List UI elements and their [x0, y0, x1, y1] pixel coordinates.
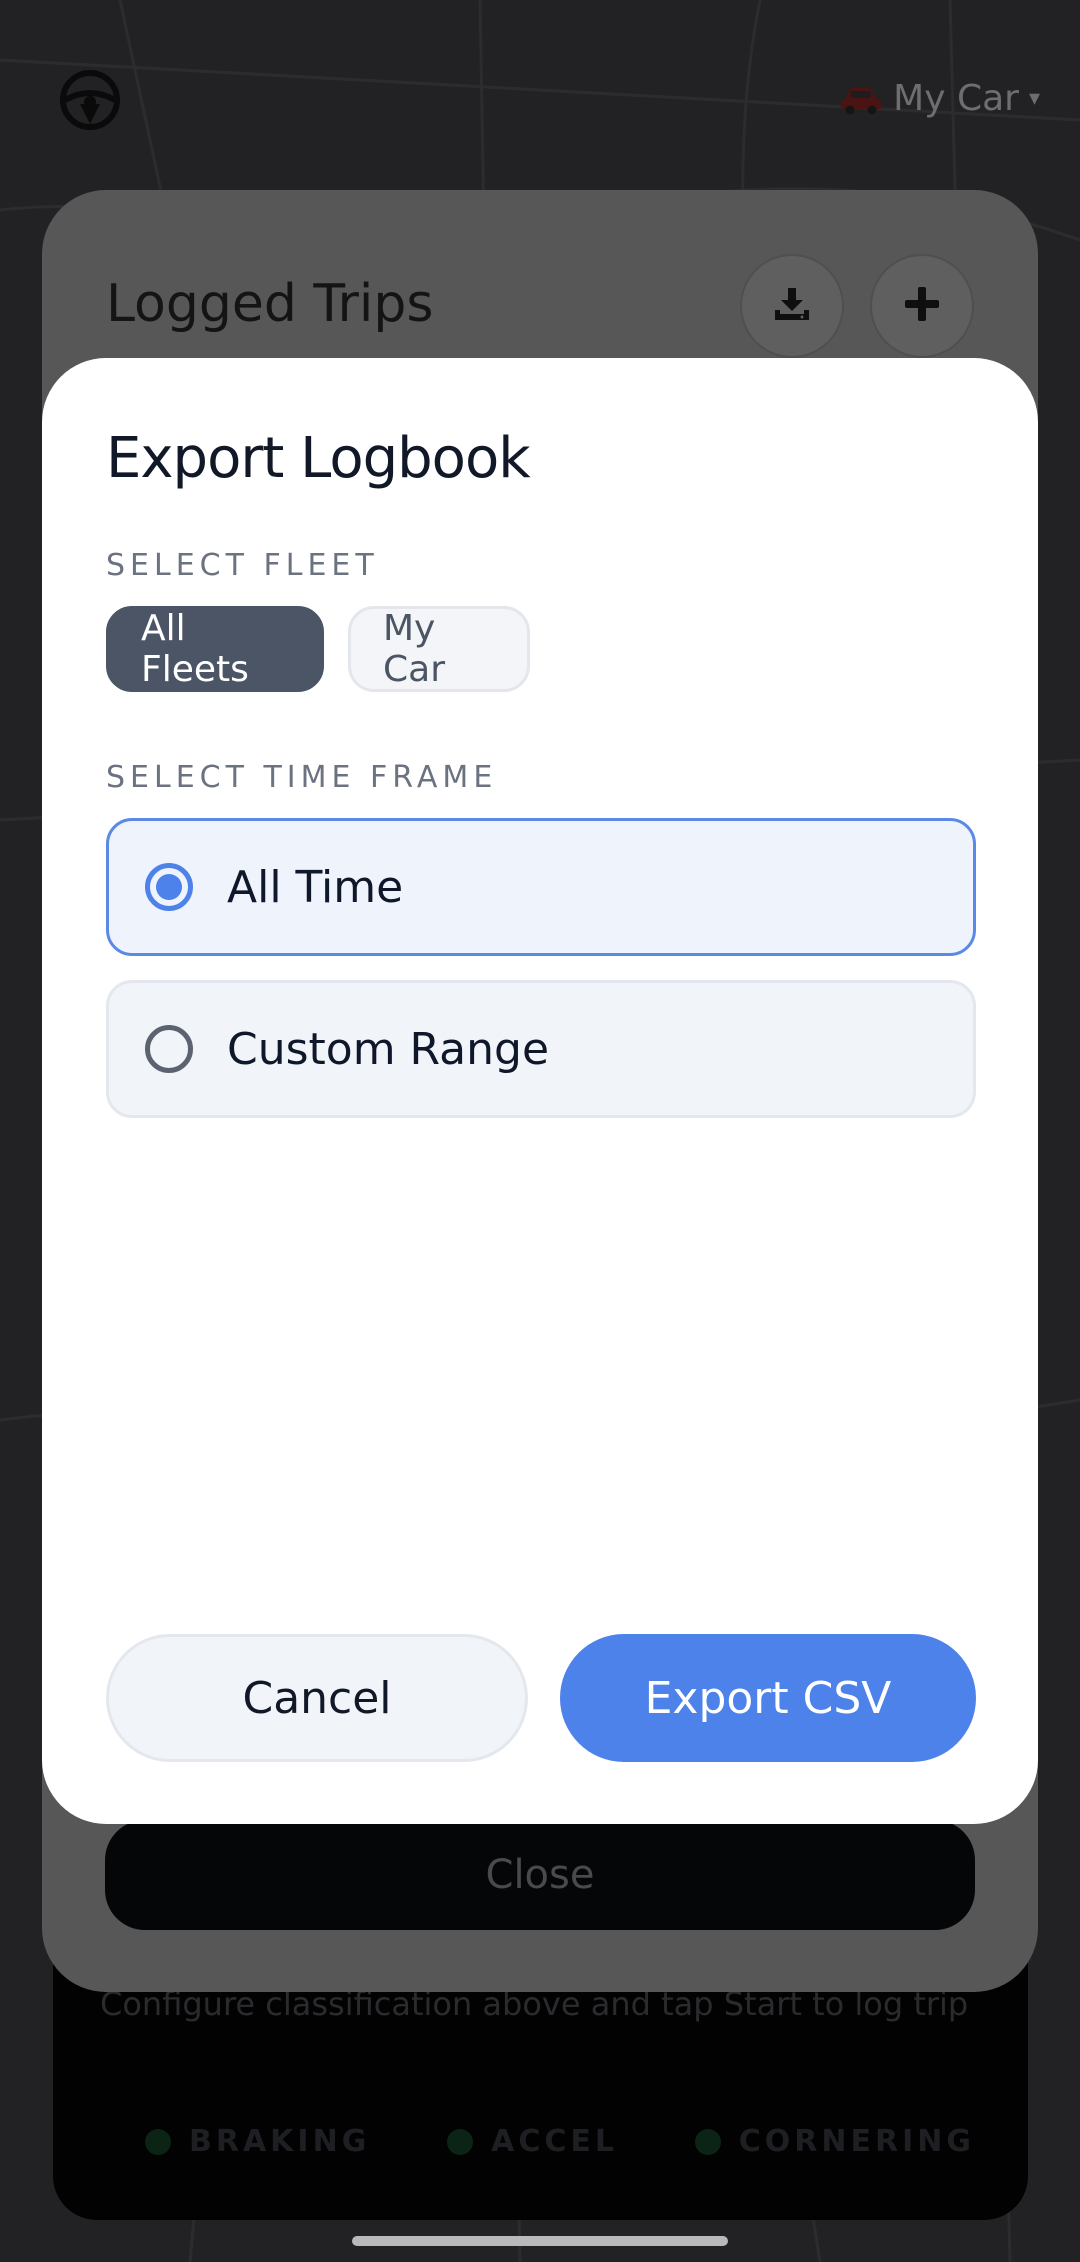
cancel-button[interactable]: Cancel [106, 1634, 528, 1762]
indicator-braking: BRAKING [145, 2124, 370, 2159]
modal-actions: Cancel Export CSV [106, 1634, 976, 1762]
time-option-custom-range[interactable]: Custom Range [106, 980, 976, 1118]
home-indicator[interactable] [352, 2236, 728, 2246]
radio-dot [156, 874, 182, 900]
sheet-title: Logged Trips [106, 274, 434, 334]
export-logbook-modal: Export Logbook SELECT FLEET All Fleets M… [42, 358, 1038, 1824]
time-option-all-time[interactable]: All Time [106, 818, 976, 956]
indicator-label: BRAKING [189, 2124, 371, 2159]
download-icon [772, 284, 812, 328]
steering-wheel-icon[interactable] [58, 68, 122, 132]
radio-unselected-icon [145, 1025, 193, 1073]
fleet-chip-my-car[interactable]: My Car [348, 606, 530, 692]
fleet-section-label: SELECT FLEET [106, 548, 379, 583]
option-label: Custom Range [227, 1023, 550, 1075]
radio-selected-icon [145, 863, 193, 911]
plus-icon [902, 284, 942, 328]
indicator-label: ACCEL [491, 2124, 618, 2159]
top-bar: My Car ▾ [0, 0, 1080, 190]
status-dot [145, 2128, 171, 2155]
modal-title: Export Logbook [106, 426, 531, 491]
hud-indicators: BRAKING ACCEL CORNERING [145, 2124, 975, 2159]
indicator-accel: ACCEL [447, 2124, 618, 2159]
add-trip-button[interactable] [870, 254, 974, 358]
option-label: All Time [227, 861, 404, 913]
close-button[interactable]: Close [105, 1820, 975, 1930]
car-selector-label: My Car [893, 77, 1019, 119]
download-button[interactable] [740, 254, 844, 358]
status-dot [447, 2128, 474, 2155]
chevron-down-icon: ▾ [1028, 85, 1040, 111]
car-selector[interactable]: My Car ▾ [839, 72, 1040, 124]
export-csv-button[interactable]: Export CSV [560, 1634, 976, 1762]
time-frame-section-label: SELECT TIME FRAME [106, 760, 498, 795]
fleet-chip-all-fleets[interactable]: All Fleets [106, 606, 324, 692]
fleet-chip-group: All Fleets My Car [106, 606, 530, 692]
car-icon [839, 83, 883, 115]
status-dot [694, 2128, 721, 2155]
indicator-cornering: CORNERING [694, 2124, 975, 2159]
indicator-label: CORNERING [738, 2124, 975, 2159]
